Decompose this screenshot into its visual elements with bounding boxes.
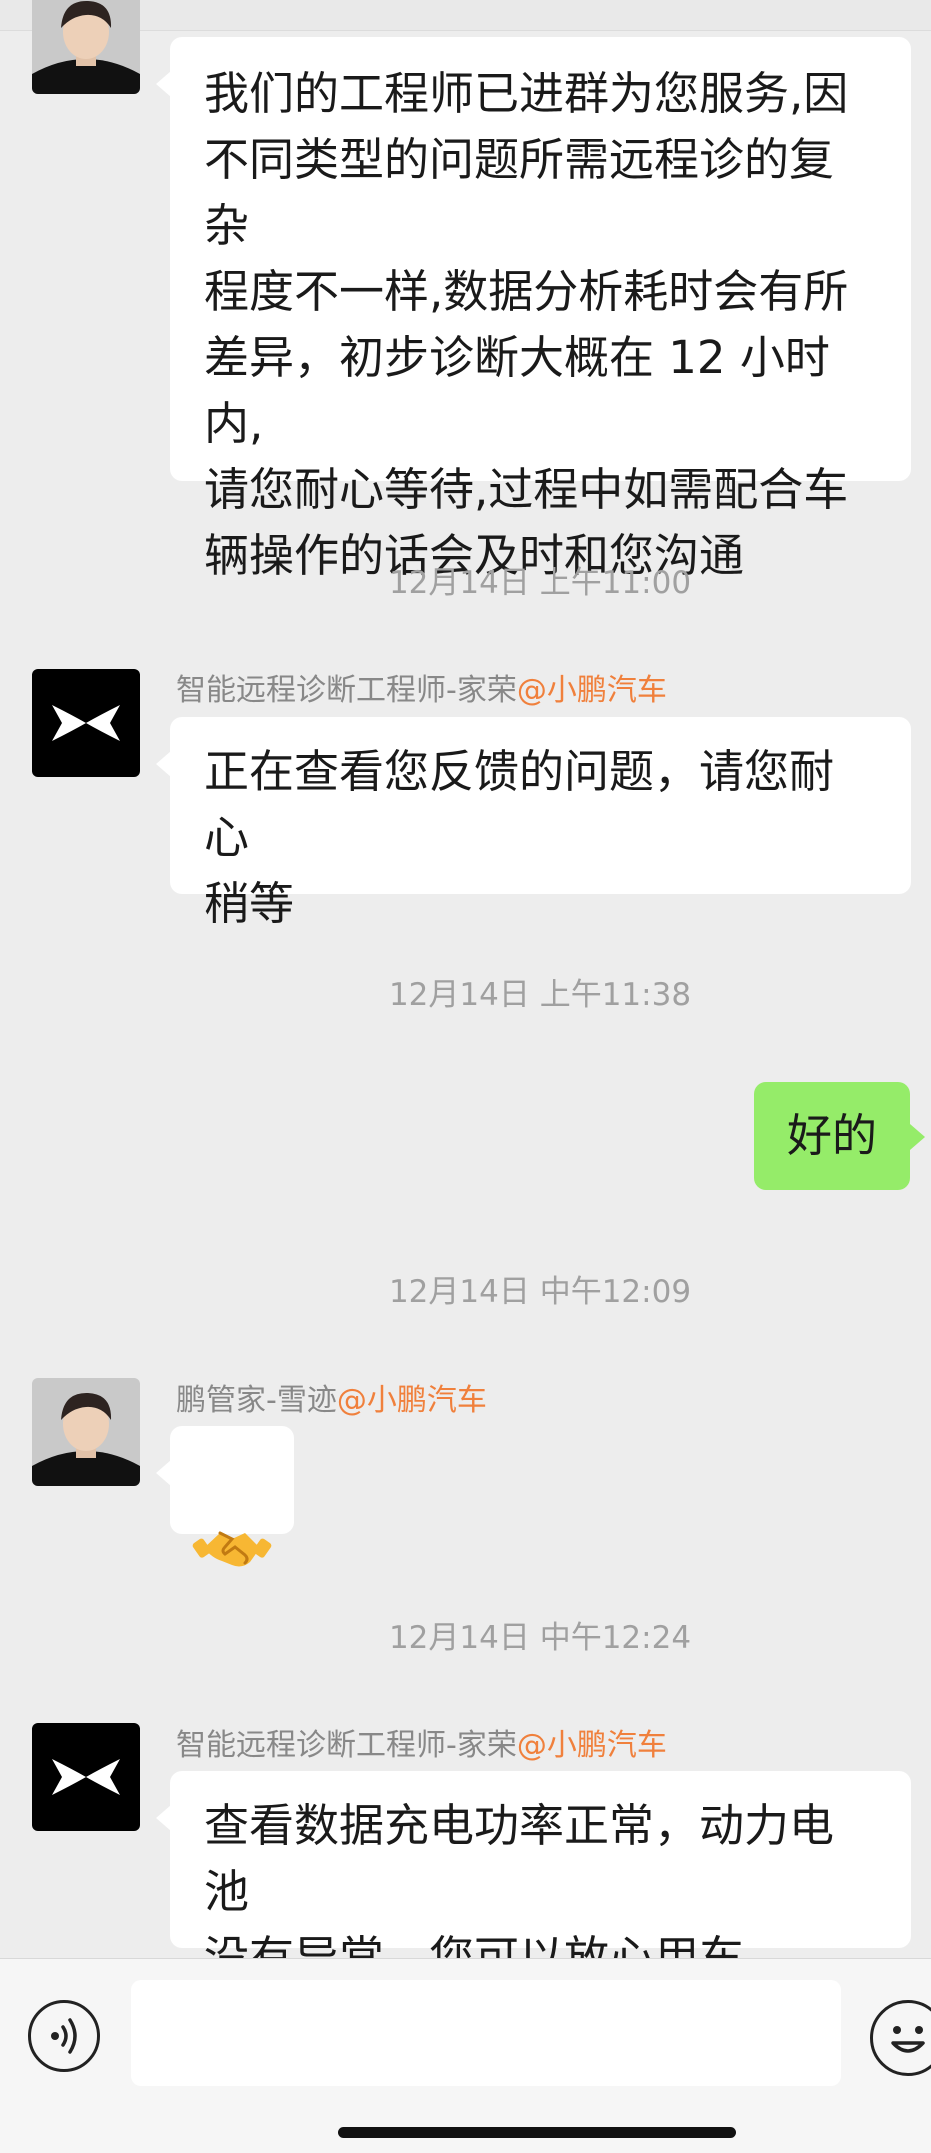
own-message-bubble[interactable]: 好的 — [754, 1082, 925, 1190]
portrait-icon — [32, 1378, 140, 1486]
emoji-bubble[interactable] — [156, 1426, 294, 1567]
message-bubble[interactable]: 查看数据充电功率正常，动力电池 没有异常，您可以放心用车 — [156, 1771, 911, 1984]
message-input[interactable] — [131, 1980, 841, 2086]
sender-name-text: 智能远程诊断工程师-家荣 — [176, 673, 517, 708]
message-bubble[interactable]: 正在查看您反馈的问题，请您耐心 稍等 — [156, 717, 911, 930]
sender-name-text: 鹏管家-雪迹 — [176, 1383, 337, 1418]
voice-icon[interactable] — [28, 2000, 100, 2072]
smiley-glyph — [891, 2026, 925, 2053]
portrait-icon — [32, 0, 140, 94]
handshake-icon — [192, 1531, 272, 1567]
sender-org: @小鹏汽车 — [516, 1728, 667, 1763]
sender-name: 智能远程诊断工程师-家荣@小鹏汽车 — [176, 1726, 667, 1766]
avatar-engineer[interactable] — [32, 669, 140, 777]
sender-org: @小鹏汽车 — [516, 673, 667, 708]
sender-name: 鹏管家-雪迹@小鹏汽车 — [176, 1381, 487, 1421]
avatar-butler[interactable] — [32, 1378, 140, 1486]
voice-wave-glyph — [51, 2018, 77, 2054]
timestamp: 12月14日 上午11:38 — [388, 977, 692, 1013]
message-bubble[interactable]: 我们的工程师已进群为您服务,因 不同类型的问题所需远程诊的复杂 程度不一样,数据… — [156, 37, 911, 582]
emoji-icon[interactable] — [870, 2000, 931, 2076]
sender-org: @小鹏汽车 — [336, 1383, 487, 1418]
sender-name-text: 智能远程诊断工程师-家荣 — [176, 1728, 517, 1763]
avatar-engineer[interactable] — [32, 1723, 140, 1831]
timestamp: 12月14日 中午12:24 — [388, 1620, 692, 1656]
avatar-butler[interactable] — [32, 0, 140, 94]
xpeng-logo-icon — [32, 1723, 140, 1831]
sender-name: 智能远程诊断工程师-家荣@小鹏汽车 — [176, 671, 667, 711]
xpeng-logo-icon — [32, 669, 140, 777]
home-indicator[interactable] — [338, 2127, 736, 2138]
timestamp: 12月14日 上午11:00 — [388, 565, 692, 601]
timestamp: 12月14日 中午12:09 — [388, 1274, 692, 1310]
